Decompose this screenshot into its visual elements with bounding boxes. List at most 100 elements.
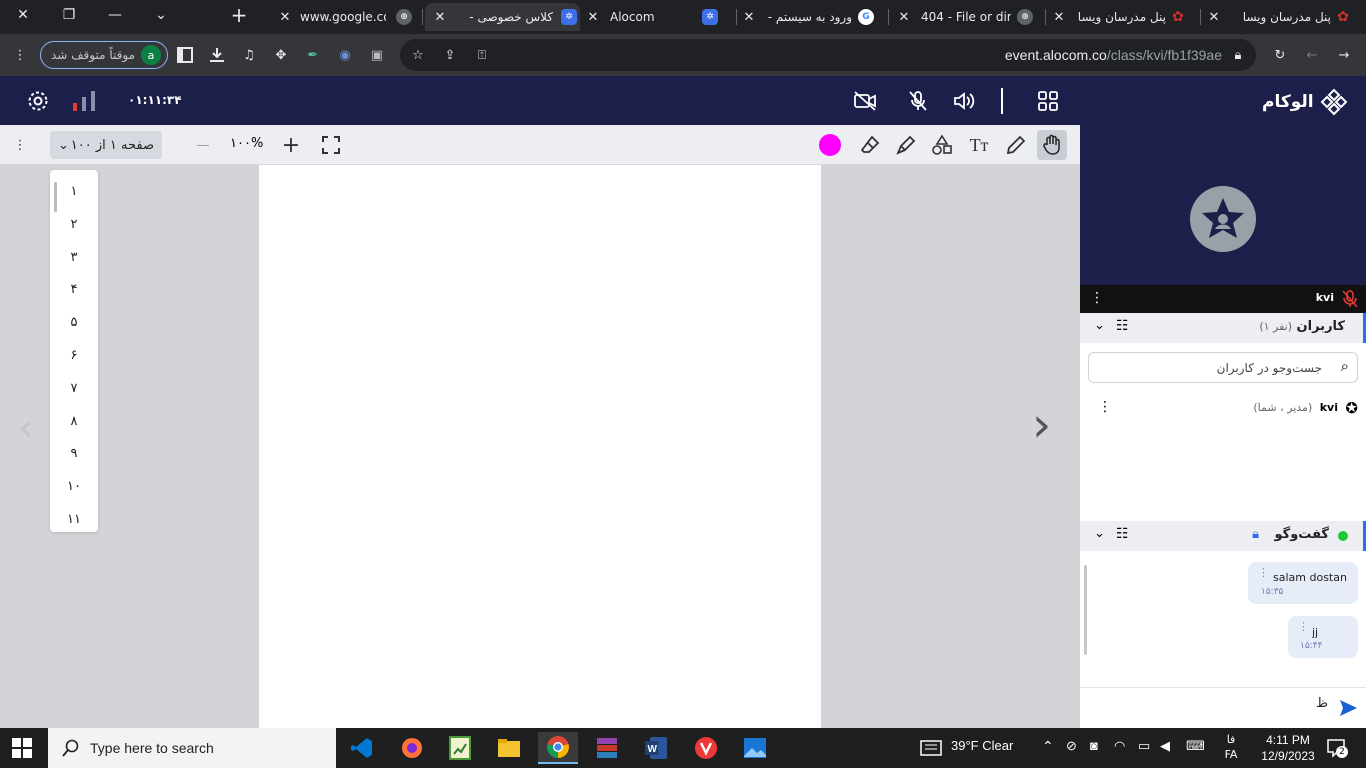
restore-window-icon[interactable]: ❐ xyxy=(46,0,92,30)
vpn-extension-icon[interactable]: ▣ xyxy=(365,43,389,67)
page-list-item[interactable]: ۷ xyxy=(50,381,98,396)
back-arrow-icon[interactable]: ← xyxy=(1300,43,1324,67)
bookmark-star-icon[interactable]: ☆ xyxy=(406,43,430,67)
wordpress-extension-icon[interactable]: ◉ xyxy=(333,43,357,67)
address-bar[interactable]: ☆ ⇪ ⍐ event.alocom.co/class/kvi/fb1f39ae… xyxy=(400,39,1256,71)
feather-extension-icon[interactable]: ✒ xyxy=(301,43,325,67)
tab-alocom[interactable]: ✕ Alocom ✲ xyxy=(584,3,724,31)
user-list-item[interactable]: ⋮ (مدیر ، شما) kvi ✪ xyxy=(1080,399,1366,419)
vivaldi-app-icon[interactable] xyxy=(686,732,726,764)
hand-pan-icon[interactable] xyxy=(1037,130,1067,160)
side-panel-icon[interactable] xyxy=(173,43,197,67)
volume-icon[interactable]: ◀︎ xyxy=(1160,738,1170,754)
slide-canvas[interactable] xyxy=(259,165,821,728)
windows-start-icon[interactable] xyxy=(12,738,32,762)
settings-gear-icon[interactable] xyxy=(25,88,51,114)
color-picker-button[interactable] xyxy=(816,131,844,159)
users-section-header[interactable]: ⌄ ☷ (۱ نفر) کاربران xyxy=(1080,313,1366,343)
tab-visa-panel-1[interactable]: ✕ پنل مدرسان ویسا ✿ xyxy=(1050,3,1195,31)
user-search-input[interactable] xyxy=(1097,357,1322,379)
page-list-item[interactable]: ۳ xyxy=(50,250,98,265)
zoom-in-icon[interactable]: + xyxy=(277,131,305,159)
tab-visa-panel-2[interactable]: ✕ پنل مدرسان ویسا ✿ xyxy=(1205,3,1355,31)
tab-login[interactable]: ✕ ورود به سیستم - G xyxy=(740,3,880,31)
page-select-dropdown[interactable]: ⌄ صفحه ۱ از ۱۰۰ xyxy=(50,131,162,159)
camera-off-icon[interactable] xyxy=(852,88,878,114)
page-list-item[interactable]: ۱۱ xyxy=(50,512,98,527)
tab-close-icon[interactable]: ✕ xyxy=(895,10,913,25)
keyboard-icon[interactable]: ⌨︎ xyxy=(1186,738,1205,754)
chevron-down-icon[interactable]: ⌄ xyxy=(1094,526,1105,541)
menu-kebab-icon[interactable]: ⋮ xyxy=(8,43,32,67)
page-list-item[interactable]: ۸ xyxy=(50,414,98,429)
zoom-out-icon[interactable]: — xyxy=(189,131,217,159)
winrar-app-icon[interactable] xyxy=(587,732,627,764)
chevron-down-icon[interactable]: ⌄ xyxy=(1094,318,1105,333)
text-tool-icon[interactable]: Tт xyxy=(965,131,993,159)
eraser-icon[interactable] xyxy=(856,131,884,159)
sheets-app-icon[interactable] xyxy=(440,732,480,764)
install-app-icon[interactable]: ⍐ xyxy=(470,43,494,67)
network-offline-icon[interactable]: ⊘ xyxy=(1066,738,1077,754)
minimize-window-icon[interactable]: — xyxy=(92,0,138,30)
previous-page-arrow-icon[interactable]: ‹ xyxy=(18,405,34,451)
notifications-icon[interactable]: 2 xyxy=(1326,738,1348,758)
fullscreen-icon[interactable] xyxy=(317,131,345,159)
download-icon[interactable] xyxy=(205,43,229,67)
more-options-icon[interactable]: ⋮ xyxy=(6,131,34,159)
weather-text[interactable]: 39°F Clear xyxy=(951,738,1013,753)
wifi-icon[interactable]: ◠ xyxy=(1114,738,1125,754)
chat-input[interactable]: ظ xyxy=(1088,696,1328,720)
page-list-item[interactable]: ۱۰ xyxy=(50,479,98,494)
chat-section-header[interactable]: ⌄ ☷ 🔒︎ گفت‌وگو xyxy=(1080,521,1366,551)
message-options-icon[interactable]: ⋮ xyxy=(1258,566,1269,579)
tab-close-icon[interactable]: ✕ xyxy=(740,10,758,25)
filter-settings-icon[interactable]: ☷ xyxy=(1116,318,1129,334)
extensions-puzzle-icon[interactable]: ✥ xyxy=(269,43,293,67)
microphone-off-icon[interactable] xyxy=(905,88,931,114)
forward-arrow-icon[interactable]: → xyxy=(1332,43,1356,67)
tab-close-icon[interactable]: ✕ xyxy=(276,10,294,25)
highlighter-icon[interactable] xyxy=(892,131,920,159)
page-list-item[interactable]: ۶ xyxy=(50,348,98,363)
tab-private-class[interactable]: ✕ کلاس خصوصی - ✲ xyxy=(425,3,580,31)
whiteboard-area[interactable]: ‹ › ۱ ۲ ۳ ۴ ۵ ۶ ۷ ۸ ۹ ۱۰ ۱۱ xyxy=(0,165,1080,728)
send-icon[interactable] xyxy=(1338,698,1358,718)
pencil-icon[interactable] xyxy=(1002,131,1030,159)
close-window-icon[interactable]: ✕ xyxy=(0,0,46,30)
page-list-item[interactable]: ۱ xyxy=(50,184,98,199)
tab-search-chevron-icon[interactable]: ⌄ xyxy=(138,0,184,30)
taskbar-clock[interactable]: 4:11 PM 12/9/2023 xyxy=(1252,732,1324,764)
tab-google[interactable]: ✕ www.google.com ⊕ xyxy=(276,3,416,31)
tab-404[interactable]: ✕ 404 - File or dire ⊕ xyxy=(895,3,1040,31)
tray-chevron-up-icon[interactable]: ⌃ xyxy=(1042,738,1054,755)
page-list-item[interactable]: ۲ xyxy=(50,217,98,232)
weather-widget-icon[interactable] xyxy=(920,740,942,756)
search-icon[interactable]: ⌕ xyxy=(1341,357,1349,375)
speaker-icon[interactable] xyxy=(951,88,977,114)
chat-scrollbar[interactable] xyxy=(1084,565,1087,655)
user-options-icon[interactable]: ⋮ xyxy=(1098,399,1112,415)
page-list-item[interactable]: ۹ xyxy=(50,446,98,461)
reload-icon[interactable]: ↻ xyxy=(1268,43,1292,67)
chrome-app-icon[interactable] xyxy=(538,732,578,764)
taskbar-search-box[interactable]: Type here to search xyxy=(48,728,336,768)
word-app-icon[interactable]: W xyxy=(636,732,676,764)
photos-app-icon[interactable] xyxy=(735,732,775,764)
connection-signal-icon[interactable] xyxy=(71,88,97,114)
input-language-indicator[interactable]: فا FA xyxy=(1222,732,1240,762)
tab-close-icon[interactable]: ✕ xyxy=(584,10,602,25)
new-tab-button[interactable]: + xyxy=(216,0,262,30)
filter-settings-icon[interactable]: ☷ xyxy=(1116,526,1129,542)
vscode-app-icon[interactable] xyxy=(342,732,382,764)
page-list-item[interactable]: ۴ xyxy=(50,282,98,297)
firefox-app-icon[interactable] xyxy=(392,732,432,764)
media-queue-icon[interactable]: ♫ xyxy=(237,43,261,67)
tab-close-icon[interactable]: ✕ xyxy=(1205,10,1223,25)
lock-icon[interactable]: 🔒︎ xyxy=(1252,527,1259,542)
file-explorer-icon[interactable] xyxy=(489,732,529,764)
lock-icon[interactable]: 🔒︎ xyxy=(1226,43,1250,67)
webcam-icon[interactable]: ◙ xyxy=(1090,738,1098,753)
shapes-icon[interactable] xyxy=(928,131,956,159)
page-list-item[interactable]: ۵ xyxy=(50,315,98,330)
